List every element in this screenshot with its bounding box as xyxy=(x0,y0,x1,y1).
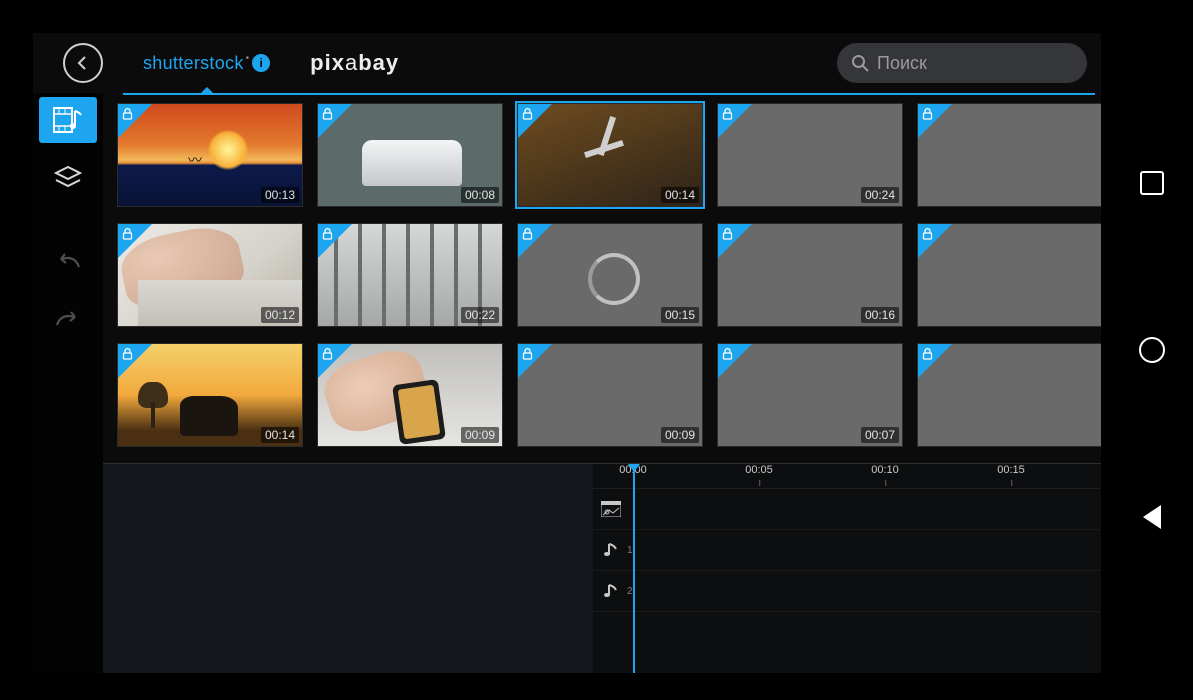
lock-icon xyxy=(722,227,733,245)
clip-duration: 00:07 xyxy=(861,427,899,443)
lock-icon xyxy=(522,347,533,365)
android-back-button[interactable] xyxy=(1143,505,1161,529)
track-video[interactable] xyxy=(593,489,1101,530)
lock-icon xyxy=(922,227,933,245)
clip-duration: 00:15 xyxy=(661,307,699,323)
ruler-tick: 00:10 xyxy=(871,464,899,476)
app-window: shutterstock• i pixabay Поиск xyxy=(33,33,1101,673)
clip-duration: 00:22 xyxy=(461,307,499,323)
track-number-1: 1 xyxy=(627,545,633,556)
search-input[interactable]: Поиск xyxy=(837,43,1087,83)
clip-thumbnail[interactable]: 00:14 xyxy=(117,343,303,447)
music-note-icon xyxy=(603,583,619,599)
clip-grid: 〰00:13 00:08 00:14 00:24 00:12 00:22 00:15 00:1… xyxy=(103,103,1101,447)
lock-icon xyxy=(122,347,133,365)
lock-icon xyxy=(322,227,333,245)
trademark-icon: • xyxy=(246,53,248,64)
android-nav-bar xyxy=(1117,0,1187,700)
film-music-icon xyxy=(53,107,83,133)
clip-duration: 00:14 xyxy=(261,427,299,443)
lock-icon xyxy=(722,107,733,125)
clip-duration: 00:09 xyxy=(661,427,699,443)
header: shutterstock• i pixabay Поиск xyxy=(33,33,1101,93)
clip-thumbnail[interactable] xyxy=(917,223,1101,327)
clip-duration: 00:08 xyxy=(461,187,499,203)
timeline-left-gutter xyxy=(103,464,593,673)
timeline-tracks[interactable]: 00:0000:0500:1000:15 1 xyxy=(593,464,1101,673)
clip-thumbnail[interactable]: 00:22 xyxy=(317,223,503,327)
clip-duration: 00:09 xyxy=(461,427,499,443)
lock-icon xyxy=(522,107,533,125)
clip-thumbnail[interactable]: 00:12 xyxy=(117,223,303,327)
clip-duration: 00:14 xyxy=(661,187,699,203)
clip-thumbnail[interactable] xyxy=(917,343,1101,447)
sidebar-redo[interactable] xyxy=(39,297,97,343)
android-recents-button[interactable] xyxy=(1140,171,1164,195)
lock-icon xyxy=(322,107,333,125)
layers-icon xyxy=(54,165,82,191)
lock-icon xyxy=(722,347,733,365)
tabs-underline xyxy=(123,93,1095,95)
undo-icon xyxy=(55,253,81,271)
back-button[interactable] xyxy=(63,43,103,83)
search-placeholder: Поиск xyxy=(877,53,927,74)
track-number-2: 2 xyxy=(627,586,633,597)
track-audio-1[interactable]: 1 xyxy=(593,530,1101,571)
clip-thumbnail[interactable]: 〰00:13 xyxy=(117,103,303,207)
clip-thumbnail[interactable]: 00:16 xyxy=(717,223,903,327)
redo-icon xyxy=(55,311,81,329)
ruler-tick: 00:15 xyxy=(997,464,1025,476)
lock-icon xyxy=(122,107,133,125)
left-sidebar xyxy=(33,93,103,673)
timeline-ruler[interactable]: 00:0000:0500:1000:15 xyxy=(593,464,1101,489)
sidebar-media-music[interactable] xyxy=(39,97,97,143)
clip-thumbnail[interactable]: 00:07 xyxy=(717,343,903,447)
tab-shutterstock[interactable]: shutterstock• i xyxy=(123,33,290,93)
video-track-icon xyxy=(601,501,621,517)
clip-duration: 00:13 xyxy=(261,187,299,203)
chevron-left-icon xyxy=(75,55,91,71)
playhead[interactable] xyxy=(633,464,635,673)
lock-icon xyxy=(922,107,933,125)
clip-thumbnail[interactable] xyxy=(917,103,1101,207)
lock-icon xyxy=(522,227,533,245)
clip-thumbnail[interactable]: 00:24 xyxy=(717,103,903,207)
search-icon xyxy=(851,54,869,72)
tab-shutterstock-label: shutterstock xyxy=(143,53,244,73)
clip-thumbnail[interactable]: 00:15 xyxy=(517,223,703,327)
source-tabs: shutterstock• i pixabay xyxy=(123,33,419,93)
clip-thumbnail[interactable]: 00:09 xyxy=(517,343,703,447)
timeline: 00:0000:0500:1000:15 1 xyxy=(103,463,1101,673)
clip-duration: 00:16 xyxy=(861,307,899,323)
tab-pixabay-label: pixabay xyxy=(310,50,399,76)
content-area: 〰00:13 00:08 00:14 00:24 00:12 00:22 00:15 00:1… xyxy=(103,93,1101,673)
info-icon[interactable]: i xyxy=(252,54,270,72)
clip-grid-scroll[interactable]: 〰00:13 00:08 00:14 00:24 00:12 00:22 00:15 00:1… xyxy=(103,93,1101,463)
clip-thumbnail[interactable]: 00:08 xyxy=(317,103,503,207)
clip-duration: 00:12 xyxy=(261,307,299,323)
android-home-button[interactable] xyxy=(1139,337,1165,363)
lock-icon xyxy=(922,347,933,365)
tab-pixabay[interactable]: pixabay xyxy=(290,33,419,93)
lock-icon xyxy=(322,347,333,365)
lock-icon xyxy=(122,227,133,245)
track-audio-2[interactable]: 2 xyxy=(593,571,1101,612)
clip-thumbnail[interactable]: 00:14 xyxy=(517,103,703,207)
ruler-tick: 00:05 xyxy=(745,464,773,476)
clip-duration: 00:24 xyxy=(861,187,899,203)
clip-thumbnail[interactable]: 00:09 xyxy=(317,343,503,447)
sidebar-undo[interactable] xyxy=(39,239,97,285)
music-note-icon xyxy=(603,542,619,558)
sidebar-layers[interactable] xyxy=(39,155,97,201)
